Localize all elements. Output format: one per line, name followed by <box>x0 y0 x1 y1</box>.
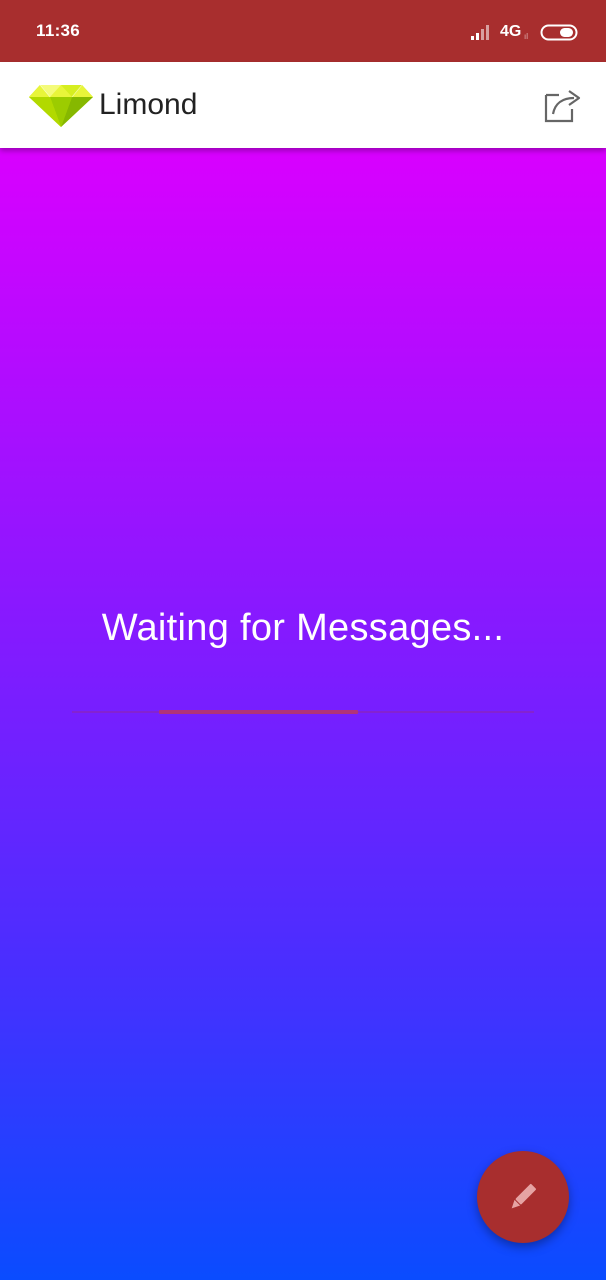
app-title: Limond <box>99 88 198 121</box>
message-area: Waiting for Messages... <box>0 148 606 1280</box>
app-bar: Limond <box>0 62 606 148</box>
network-activity: ıl <box>524 32 528 41</box>
waiting-message: Waiting for Messages... <box>101 607 505 649</box>
loading-progress-bar <box>72 710 534 714</box>
loading-progress-fill <box>159 710 358 714</box>
share-icon[interactable] <box>541 83 585 127</box>
signal-icon <box>471 25 489 40</box>
compose-button[interactable] <box>477 1151 569 1243</box>
status-bar: 11:36 4G ıl <box>0 0 606 62</box>
network-type: 4G <box>500 23 522 40</box>
status-time: 11:36 <box>36 21 81 40</box>
diamond-logo-icon <box>29 84 93 127</box>
battery-icon <box>540 24 578 41</box>
pencil-icon <box>511 1183 537 1209</box>
